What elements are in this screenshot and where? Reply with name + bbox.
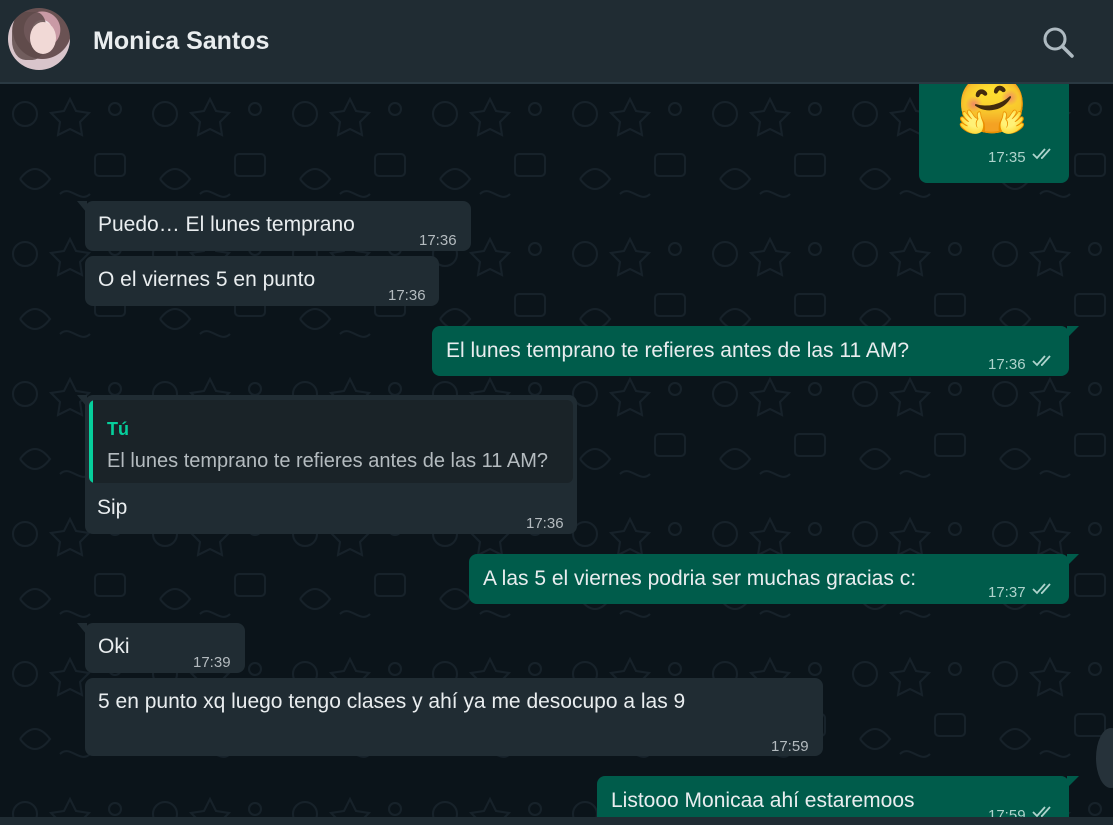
quote-author: Tú: [107, 419, 129, 439]
chat-area[interactable]: 🤗 17:35 Puedo… El lunes temprano 17:36 O…: [0, 84, 1113, 817]
message-bubble-out[interactable]: A las 5 el viernes podria ser muchas gra…: [469, 554, 1079, 604]
message-time: 17:36: [988, 356, 1026, 373]
message-text: O el viernes 5 en punto: [98, 268, 316, 291]
message-bubble-out[interactable]: Listooo Monicaa ahí estaremoos 17:59: [597, 776, 1079, 817]
message-bubble-in[interactable]: Oki 17:39: [77, 623, 245, 673]
double-check-icon: [1032, 355, 1051, 367]
message-time: 17:59: [771, 738, 809, 755]
message-time: 17:35: [988, 149, 1026, 166]
message-bubble-out[interactable]: El lunes temprano te refieres antes de l…: [432, 326, 1079, 376]
message-time: 17:36: [526, 515, 564, 532]
message-text: A las 5 el viernes podria ser muchas gra…: [483, 567, 917, 590]
quoted-message[interactable]: Tú El lunes temprano te refieres antes d…: [89, 400, 573, 483]
message-time: 17:59: [988, 807, 1026, 817]
message-text: Oki: [98, 635, 130, 658]
message-text: Sip: [97, 496, 128, 519]
message-time: 17:36: [419, 232, 457, 249]
message-bubble-in[interactable]: 5 en punto xq luego tengo clases y ahí y…: [85, 678, 823, 756]
quote-accent-bar: [89, 400, 93, 483]
avatar-face: [30, 22, 56, 54]
bubble-tail: [77, 395, 87, 407]
message-text: Listooo Monicaa ahí estaremoos: [611, 789, 915, 812]
contact-name[interactable]: Monica Santos: [93, 26, 269, 56]
message-text: 5 en punto xq luego tengo clases y ahí y…: [98, 690, 686, 713]
message-text: El lunes temprano te refieres antes de l…: [446, 339, 910, 362]
bubble-tail: [77, 623, 87, 635]
avatar[interactable]: [8, 8, 70, 70]
double-check-icon: [1032, 806, 1051, 817]
message-bubble-in[interactable]: Puedo… El lunes temprano 17:36: [77, 201, 471, 251]
quote-text: El lunes temprano te refieres antes de l…: [107, 450, 548, 472]
double-check-icon: [1032, 148, 1051, 160]
bubble-tail: [1067, 326, 1079, 338]
bubble-tail: [1067, 554, 1079, 566]
message-time: 17:39: [193, 654, 231, 671]
double-check-icon: [1032, 583, 1051, 595]
message-bubble-in[interactable]: Tú El lunes temprano te refieres antes d…: [77, 395, 577, 534]
bubble-tail: [77, 201, 87, 213]
message-bubble-in[interactable]: O el viernes 5 en punto 17:36: [85, 256, 439, 306]
chat-header: Monica Santos: [0, 0, 1113, 84]
message-time: 17:37: [988, 584, 1026, 601]
bubble-tail: [1067, 776, 1079, 788]
footer-bar: [0, 817, 1113, 825]
hugging-face-emoji: 🤗: [956, 84, 1029, 137]
message-text: Puedo… El lunes temprano: [98, 213, 355, 236]
message-time: 17:36: [388, 287, 426, 304]
search-icon[interactable]: [1040, 24, 1076, 60]
message-bubble-out[interactable]: 🤗 17:35: [919, 84, 1069, 183]
